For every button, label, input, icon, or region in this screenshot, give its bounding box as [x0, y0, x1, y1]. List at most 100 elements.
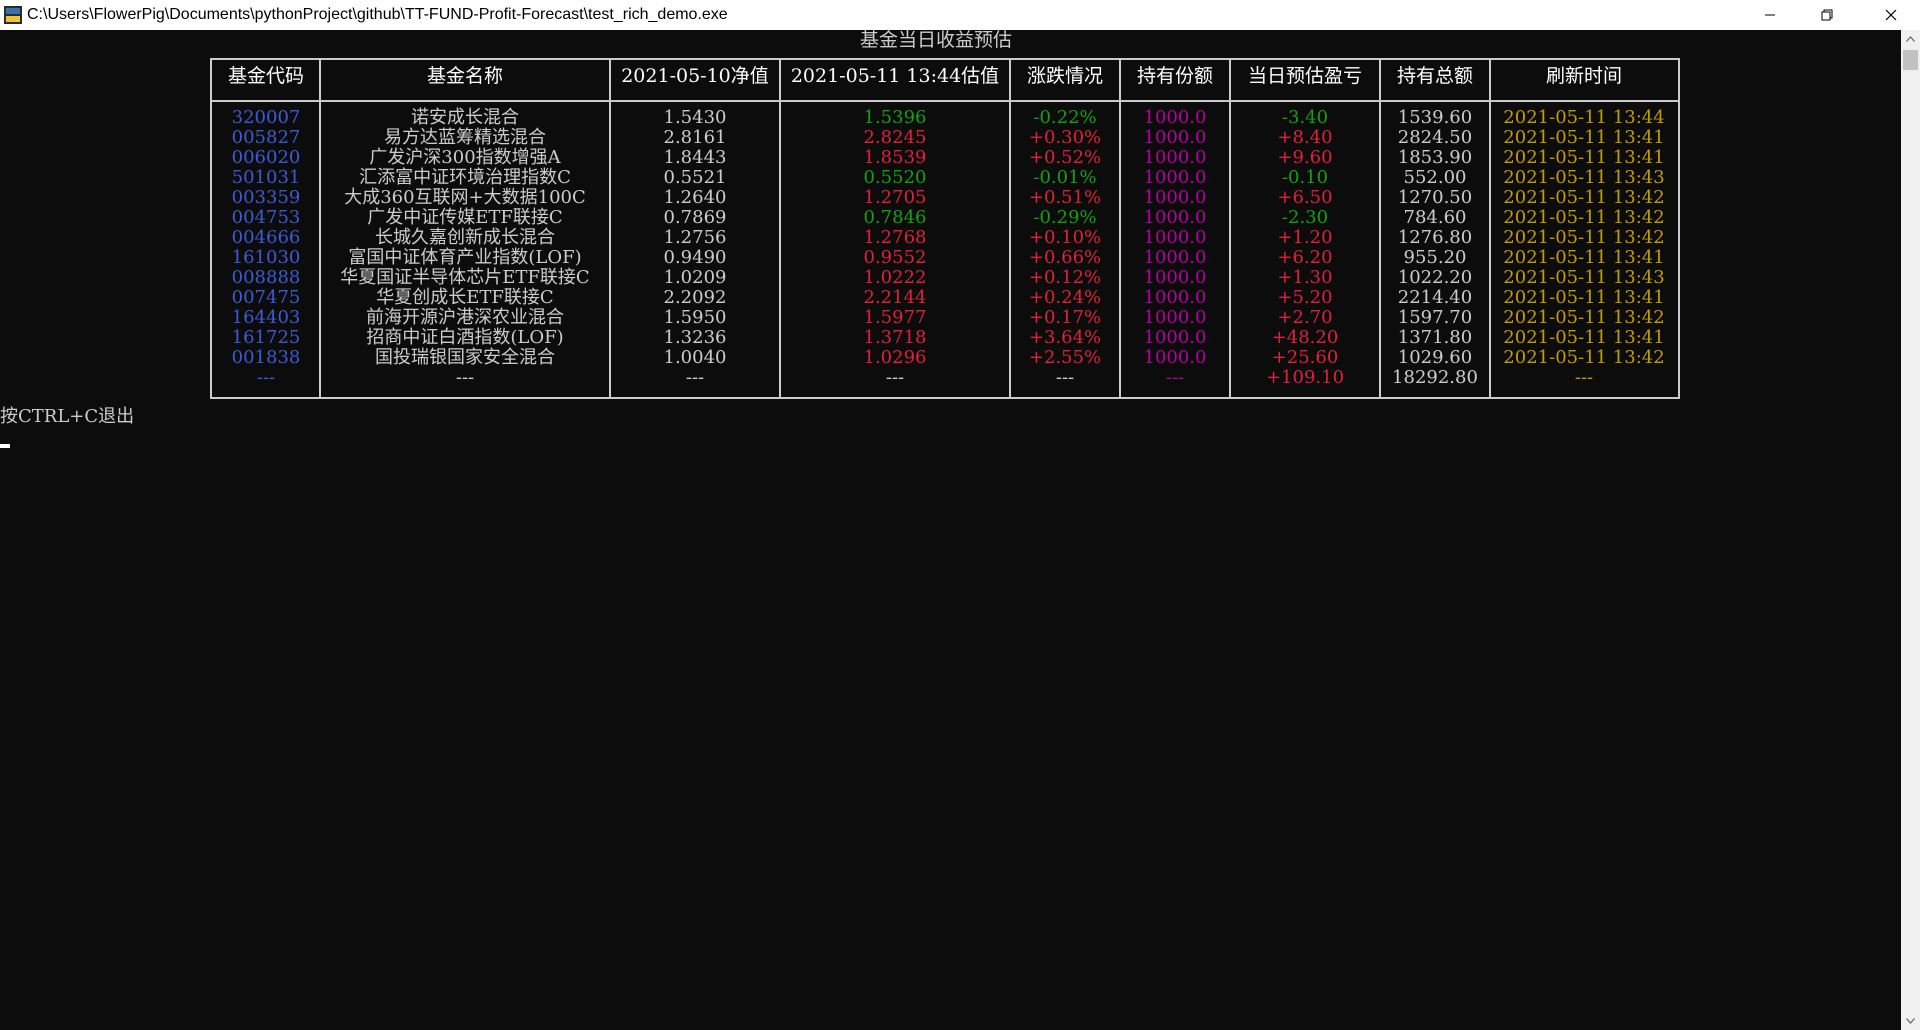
- column-header: 持有份额: [1136, 65, 1213, 87]
- cell-time: 2021-05-11 13:41: [1503, 287, 1665, 308]
- cell-time: 2021-05-11 13:42: [1503, 207, 1665, 228]
- cell-nav: 1.3236: [663, 327, 727, 348]
- column-header: 涨跌情况: [1026, 65, 1103, 87]
- close-button[interactable]: [1862, 0, 1919, 30]
- cell-change: +0.52%: [1028, 147, 1102, 168]
- cell-nav: 0.5521: [663, 167, 727, 188]
- cell-time: 2021-05-11 13:41: [1503, 127, 1665, 148]
- cell-total: 1276.80: [1397, 227, 1473, 248]
- cell-total: 784.60: [1403, 207, 1467, 228]
- cell-profit: +48.20: [1271, 327, 1339, 348]
- cell-nav: 2.2092: [663, 287, 727, 308]
- cell-code: 164403: [231, 307, 301, 328]
- cell-est: 2.2144: [863, 287, 927, 308]
- cell-change: +2.55%: [1028, 347, 1102, 368]
- cell-shares: 1000.0: [1143, 127, 1207, 148]
- cell-code: 004753: [231, 207, 301, 228]
- cell-code: 003359: [231, 187, 301, 208]
- cell-name: 前海开源沪港深农业混合: [366, 307, 564, 328]
- cell-profit: +1.20: [1277, 227, 1333, 248]
- cell-change: -0.22%: [1033, 107, 1097, 128]
- cell-nav: 1.2640: [663, 187, 727, 208]
- cell-time: 2021-05-11 13:42: [1503, 307, 1665, 328]
- cell-nav: 2.8161: [663, 127, 727, 148]
- cell-est: 0.5520: [863, 167, 927, 188]
- cell-shares: 1000.0: [1143, 147, 1207, 168]
- cell-time: 2021-05-11 13:41: [1503, 247, 1665, 268]
- cell-total: 1029.60: [1397, 347, 1473, 368]
- cell-nav: 1.5430: [663, 107, 727, 128]
- minimize-button[interactable]: [1741, 0, 1798, 30]
- cell-code: 161725: [231, 327, 301, 348]
- column-header: 基金名称: [426, 65, 503, 87]
- cell-est: 1.8539: [863, 147, 927, 168]
- cell-total: 1597.70: [1397, 307, 1473, 328]
- cell-change: +0.30%: [1028, 127, 1102, 148]
- cell-nav: 1.5950: [663, 307, 727, 328]
- cell-est: ---: [885, 367, 905, 388]
- cell-est: 1.0222: [863, 267, 927, 288]
- cell-total: 955.20: [1403, 247, 1467, 268]
- window-title-bar[interactable]: C:\Users\FlowerPig\Documents\pythonProje…: [0, 0, 1920, 30]
- cell-profit: -0.10: [1281, 167, 1329, 188]
- scroll-thumb[interactable]: [1903, 50, 1918, 70]
- cell-code: 005827: [231, 127, 301, 148]
- cell-shares: 1000.0: [1143, 187, 1207, 208]
- console-output[interactable]: 基金当日收益预估 基金代码 基金名称 2021-05-10净值 2021-05-11 …: [0, 30, 1901, 1030]
- cell-change: -0.01%: [1033, 167, 1097, 188]
- text-cursor: [0, 444, 10, 448]
- restore-icon: [1821, 9, 1832, 21]
- cell-name: 诺安成长混合: [411, 107, 519, 128]
- cell-est: 1.3718: [863, 327, 927, 348]
- cell-shares: 1000.0: [1143, 347, 1207, 368]
- cell-est: 1.5396: [863, 107, 927, 128]
- cell-shares: 1000.0: [1143, 107, 1207, 128]
- cell-profit: +9.60: [1277, 147, 1333, 168]
- scroll-up-button[interactable]: [1901, 30, 1920, 48]
- cell-nav: 1.0209: [663, 267, 727, 288]
- cell-est: 1.0296: [863, 347, 927, 368]
- cell-profit: +2.70: [1277, 307, 1333, 328]
- cell-change: ---: [1055, 367, 1075, 388]
- chevron-up-icon: [1906, 36, 1915, 42]
- cell-time: 2021-05-11 13:44: [1503, 107, 1665, 128]
- cell-total: 2824.50: [1397, 127, 1473, 148]
- cell-time: 2021-05-11 13:42: [1503, 227, 1665, 248]
- vertical-scrollbar[interactable]: [1901, 30, 1920, 1030]
- python-app-icon: [4, 6, 22, 24]
- cell-code: 004666: [231, 227, 301, 248]
- cell-shares: 1000.0: [1143, 267, 1207, 288]
- cell-est: 1.2705: [863, 187, 927, 208]
- cell-profit: +5.20: [1277, 287, 1333, 308]
- cell-total: 1853.90: [1397, 147, 1473, 168]
- cell-name: 国投瑞银国家安全混合: [375, 347, 555, 368]
- cell-code: 320007: [231, 107, 301, 128]
- column-header: 刷新时间: [1545, 65, 1622, 87]
- cell-shares: 1000.0: [1143, 247, 1207, 268]
- cell-profit: +8.40: [1277, 127, 1333, 148]
- fund-table: 基金代码 基金名称 2021-05-10净值 2021-05-11 13:44估值 涨跌…: [210, 58, 1680, 399]
- cell-code: 001838: [231, 347, 301, 368]
- cell-name: 汇添富中证环境治理指数C: [359, 167, 571, 188]
- cell-profit: +1.30: [1277, 267, 1333, 288]
- cell-time: ---: [1574, 367, 1594, 388]
- cell-time: 2021-05-11 13:42: [1503, 187, 1665, 208]
- cell-shares: ---: [1165, 367, 1185, 388]
- table-title: 基金当日收益预估: [860, 29, 1013, 51]
- cell-code: 006020: [231, 147, 301, 168]
- cell-shares: 1000.0: [1143, 287, 1207, 308]
- column-header: 基金代码: [227, 65, 304, 87]
- cell-name: 广发中证传媒ETF联接C: [367, 207, 563, 228]
- cell-time: 2021-05-11 13:43: [1503, 267, 1665, 288]
- cell-shares: 1000.0: [1143, 167, 1207, 188]
- cell-est: 0.7846: [863, 207, 927, 228]
- cell-code: 007475: [231, 287, 301, 308]
- cell-change: +0.24%: [1028, 287, 1102, 308]
- cell-code: 008888: [231, 267, 301, 288]
- scroll-down-button[interactable]: [1901, 1012, 1920, 1030]
- maximize-button[interactable]: [1798, 0, 1855, 30]
- cell-profit: -2.30: [1281, 207, 1329, 228]
- cell-code: ---: [256, 367, 276, 388]
- cell-time: 2021-05-11 13:42: [1503, 347, 1665, 368]
- column-header: 2021-05-11 13:44估值: [790, 65, 1000, 87]
